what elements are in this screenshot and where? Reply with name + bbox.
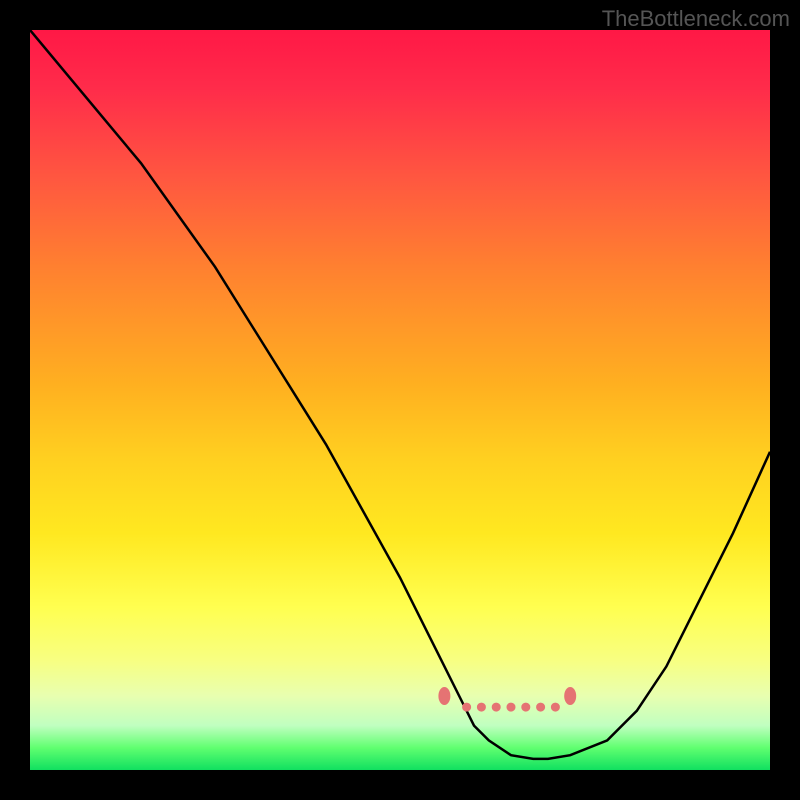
flat-zone-dot <box>477 703 486 712</box>
flat-zone-dot <box>521 703 530 712</box>
curve-layer <box>30 30 770 770</box>
flat-zone-dot <box>462 703 471 712</box>
bottleneck-curve <box>30 30 770 759</box>
flat-zone-dot <box>507 703 516 712</box>
flat-zone-dot <box>536 703 545 712</box>
flat-zone-dot <box>492 703 501 712</box>
flat-zone-markers <box>438 687 576 712</box>
plot-area <box>30 30 770 770</box>
flat-zone-endpoint <box>564 687 576 705</box>
flat-zone-dot <box>551 703 560 712</box>
chart-container: TheBottleneck.com <box>0 0 800 800</box>
flat-zone-endpoint <box>438 687 450 705</box>
watermark-text: TheBottleneck.com <box>602 6 790 32</box>
